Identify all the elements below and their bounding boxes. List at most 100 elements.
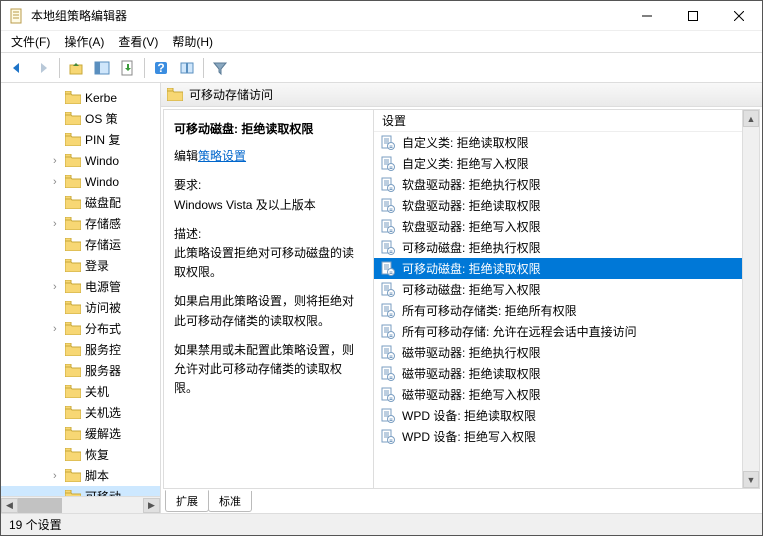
policy-item[interactable]: WPD 设备: 拒绝读取权限	[374, 405, 742, 426]
back-button[interactable]	[5, 56, 29, 80]
tree-node-label: Windo	[85, 175, 119, 189]
menu-help[interactable]: 帮助(H)	[166, 31, 219, 52]
options-button[interactable]	[175, 56, 199, 80]
tree-node[interactable]: 分布式	[1, 318, 160, 339]
tree-node-label: 脚本	[85, 467, 109, 484]
tree-node[interactable]: Windo	[1, 150, 160, 171]
tree-node-label: PIN 复	[85, 131, 120, 148]
policy-item[interactable]: 软盘驱动器: 拒绝写入权限	[374, 216, 742, 237]
policy-icon	[380, 261, 396, 277]
description-body: 此策略设置拒绝对可移动磁盘的读取权限。	[174, 246, 354, 279]
tab-extended[interactable]: 扩展	[165, 490, 209, 512]
policy-label: 磁带驱动器: 拒绝写入权限	[402, 386, 541, 403]
policy-icon	[380, 177, 396, 193]
policy-icon	[380, 156, 396, 172]
policy-label: 磁带驱动器: 拒绝执行权限	[402, 344, 541, 361]
policy-item[interactable]: WPD 设备: 拒绝写入权限	[374, 426, 742, 447]
policy-item[interactable]: 磁带驱动器: 拒绝执行权限	[374, 342, 742, 363]
policy-label: 软盘驱动器: 拒绝读取权限	[402, 197, 541, 214]
tree-node[interactable]: 电源管	[1, 276, 160, 297]
tree-node-label: 恢复	[85, 446, 109, 463]
tree-node[interactable]: 关机	[1, 381, 160, 402]
policy-item[interactable]: 所有可移动存储类: 拒绝所有权限	[374, 300, 742, 321]
menu-file[interactable]: 文件(F)	[5, 31, 56, 52]
tree-node[interactable]: Windo	[1, 171, 160, 192]
tree-node-label: Kerbe	[85, 91, 117, 105]
policy-item[interactable]: 所有可移动存储: 允许在远程会话中直接访问	[374, 321, 742, 342]
scroll-down-button[interactable]: ▼	[743, 471, 759, 488]
tree-node-label: 登录	[85, 257, 109, 274]
policy-label: 可移动磁盘: 拒绝执行权限	[402, 239, 541, 256]
maximize-button[interactable]	[670, 1, 716, 31]
selected-policy-title: 可移动磁盘: 拒绝读取权限	[174, 120, 363, 139]
policy-item[interactable]: 自定义类: 拒绝读取权限	[374, 132, 742, 153]
toolbar-separator	[59, 58, 60, 78]
tree-node[interactable]: 可移动	[1, 486, 160, 496]
tree-node[interactable]: 磁盘配	[1, 192, 160, 213]
show-hide-tree-button[interactable]	[90, 56, 114, 80]
svg-text:?: ?	[157, 61, 164, 75]
statusbar: 19 个设置	[1, 513, 762, 535]
toolbar: ?	[1, 53, 762, 83]
policy-item[interactable]: 软盘驱动器: 拒绝读取权限	[374, 195, 742, 216]
list-vscrollbar[interactable]: ▲ ▼	[742, 110, 759, 488]
tree-node[interactable]: 缓解选	[1, 423, 160, 444]
content-title: 可移动存储访问	[189, 86, 273, 103]
description-pane: 可移动磁盘: 拒绝读取权限 编辑策略设置 要求: Windows Vista 及…	[164, 110, 374, 488]
policy-icon	[380, 387, 396, 403]
tree-node[interactable]: 存储感	[1, 213, 160, 234]
policy-item[interactable]: 软盘驱动器: 拒绝执行权限	[374, 174, 742, 195]
menu-action[interactable]: 操作(A)	[58, 31, 110, 52]
edit-policy-link[interactable]: 策略设置	[198, 149, 246, 163]
menu-view[interactable]: 查看(V)	[112, 31, 164, 52]
policy-icon	[380, 324, 396, 340]
policy-label: 可移动磁盘: 拒绝写入权限	[402, 281, 541, 298]
tree-hscrollbar[interactable]: ◀ ▶	[1, 496, 160, 513]
app-icon	[9, 8, 25, 24]
minimize-button[interactable]	[624, 1, 670, 31]
policy-item[interactable]: 磁带驱动器: 拒绝写入权限	[374, 384, 742, 405]
tree-node[interactable]: 脚本	[1, 465, 160, 486]
policy-item[interactable]: 自定义类: 拒绝写入权限	[374, 153, 742, 174]
tree-node-label: Windo	[85, 154, 119, 168]
tree-node[interactable]: 服务控	[1, 339, 160, 360]
policy-item[interactable]: 可移动磁盘: 拒绝写入权限	[374, 279, 742, 300]
tree-node[interactable]: 服务器	[1, 360, 160, 381]
scroll-right-button[interactable]: ▶	[143, 498, 160, 513]
tree-node[interactable]: PIN 复	[1, 129, 160, 150]
tree-node[interactable]: 关机选	[1, 402, 160, 423]
tree-node[interactable]: 访问被	[1, 297, 160, 318]
forward-button[interactable]	[31, 56, 55, 80]
column-header[interactable]: 设置	[374, 110, 742, 132]
tree-node-label: 存储运	[85, 236, 121, 253]
tree-node[interactable]: 恢复	[1, 444, 160, 465]
tab-standard[interactable]: 标准	[208, 491, 252, 512]
filter-button[interactable]	[208, 56, 232, 80]
close-button[interactable]	[716, 1, 762, 31]
tree-node[interactable]: Kerbe	[1, 87, 160, 108]
scroll-thumb[interactable]	[18, 498, 62, 513]
tree-node[interactable]: OS 策	[1, 108, 160, 129]
export-list-button[interactable]	[116, 56, 140, 80]
tree-node[interactable]: 登录	[1, 255, 160, 276]
up-button[interactable]	[64, 56, 88, 80]
scroll-left-button[interactable]: ◀	[1, 498, 18, 513]
help-button[interactable]: ?	[149, 56, 173, 80]
policy-item[interactable]: 可移动磁盘: 拒绝读取权限	[374, 258, 742, 279]
tree-node-label: OS 策	[85, 110, 118, 127]
folder-icon	[167, 88, 183, 101]
policy-icon	[380, 219, 396, 235]
policy-label: 所有可移动存储类: 拒绝所有权限	[402, 302, 577, 319]
policy-item[interactable]: 可移动磁盘: 拒绝执行权限	[374, 237, 742, 258]
policy-label: 软盘驱动器: 拒绝写入权限	[402, 218, 541, 235]
policy-item[interactable]: 磁带驱动器: 拒绝读取权限	[374, 363, 742, 384]
window-title: 本地组策略编辑器	[31, 7, 624, 24]
titlebar: 本地组策略编辑器	[1, 1, 762, 31]
policy-label: 自定义类: 拒绝读取权限	[402, 134, 529, 151]
scroll-up-button[interactable]: ▲	[743, 110, 759, 127]
tree-node[interactable]: 存储运	[1, 234, 160, 255]
tree-node-label: 关机	[85, 383, 109, 400]
policy-icon	[380, 429, 396, 445]
settings-list: 设置 自定义类: 拒绝读取权限自定义类: 拒绝写入权限软盘驱动器: 拒绝执行权限…	[374, 110, 742, 488]
tree-node-label: 磁盘配	[85, 194, 121, 211]
